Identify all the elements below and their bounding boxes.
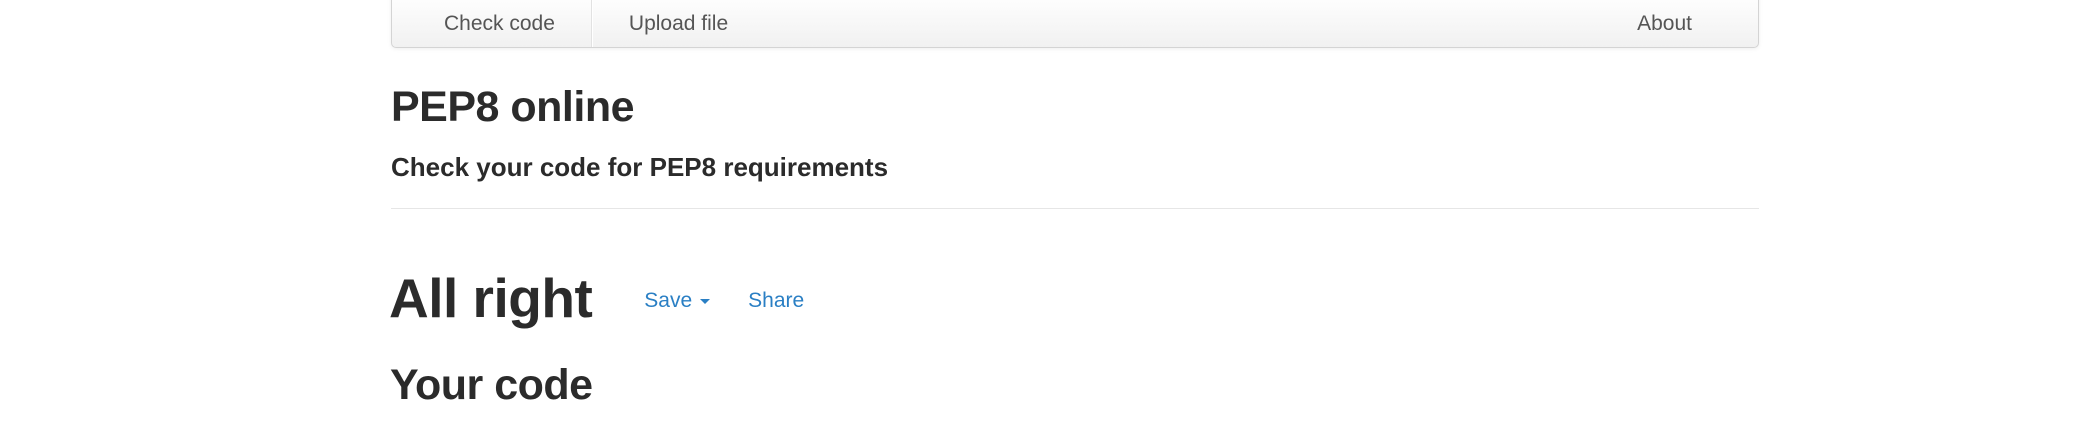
result-title: All right [389,267,593,329]
nav-upload-file-label: Upload file [628,11,729,35]
nav-check-code[interactable]: Check code [392,0,592,47]
share-label: Share [748,289,805,312]
site-title: PEP8 online [391,83,635,131]
save-label: Save [644,289,693,312]
nav-upload-file[interactable]: Upload file [591,0,764,47]
save-dropdown-button[interactable]: Save [644,289,711,313]
nav-about[interactable]: About [1585,0,1758,47]
caret-down-icon [700,298,711,304]
nav-check-code-label: Check code [444,11,555,35]
top-navbar: Check code Upload file About [391,0,1759,48]
your-code-heading: Your code [390,361,593,409]
share-link[interactable]: Share [748,289,804,313]
page: Check code Upload file About PEP8 online… [0,0,2090,442]
header-divider [391,208,1759,209]
site-subtitle: Check your code for PEP8 requirements [391,152,889,182]
nav-about-label: About [1637,11,1692,35]
result-header: All right Save Share [389,266,804,330]
